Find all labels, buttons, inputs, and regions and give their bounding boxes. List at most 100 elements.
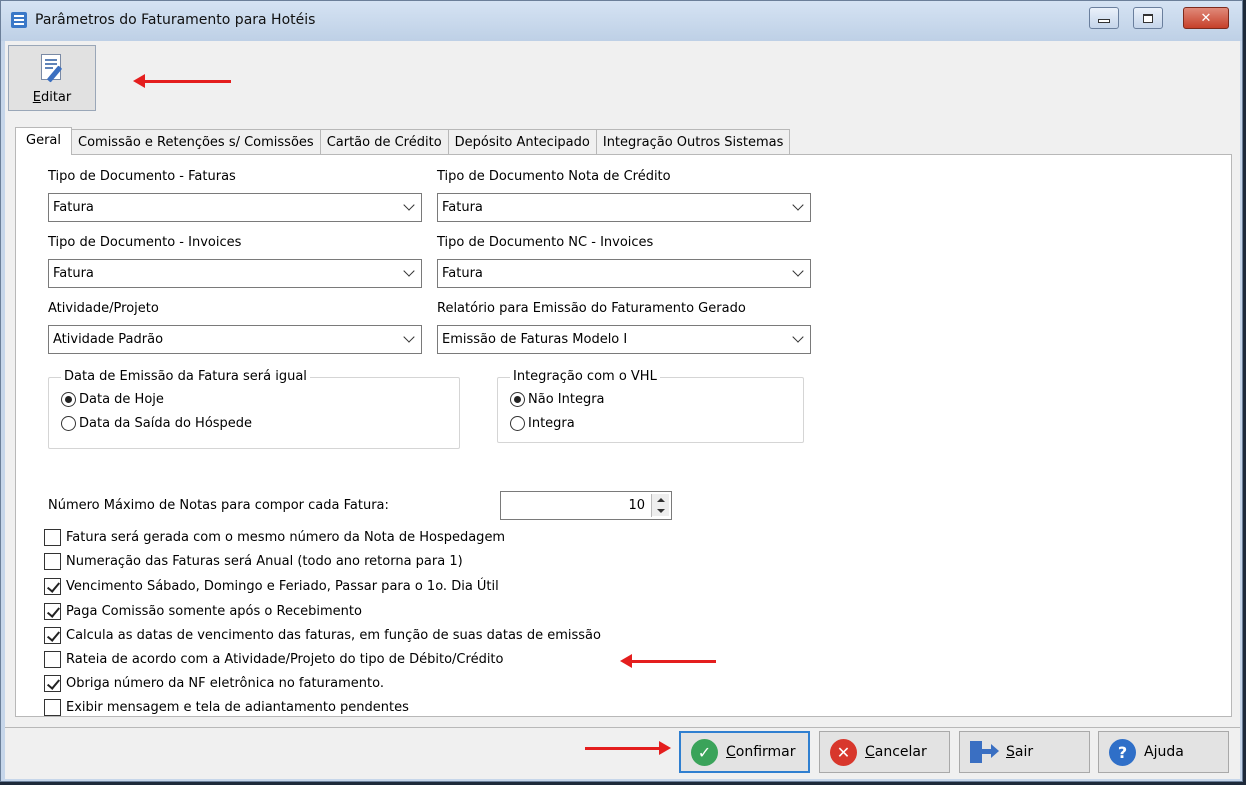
radio-label: Data de Hoje <box>79 392 164 407</box>
doc-faturas-value: Fatura <box>53 200 94 215</box>
checkbox-unchecked-icon <box>44 699 61 716</box>
doc-invoices-label: Tipo de Documento - Invoices <box>48 235 242 250</box>
tab-cartao-credito[interactable]: Cartão de Crédito <box>319 129 449 155</box>
checkbox-unchecked-icon <box>44 553 61 570</box>
checkbox-obriga-nf[interactable]: Obriga número da NF eletrônica no fatura… <box>44 675 384 692</box>
cancel-icon: ✕ <box>830 738 857 766</box>
doc-faturas-select[interactable]: Fatura <box>48 193 422 222</box>
radio-nao-integra[interactable]: Não Integra <box>510 392 605 407</box>
relatorio-value: Emissão de Faturas Modelo I <box>442 332 628 347</box>
exit-button-label: Sair <box>1006 744 1034 760</box>
footer-divider <box>5 727 1240 728</box>
edit-document-icon <box>41 54 63 83</box>
checkbox-label: Exibir mensagem e tela de adiantamento p… <box>66 700 409 715</box>
help-button[interactable]: ? Ajuda <box>1098 731 1229 773</box>
checkbox-vencimento-util[interactable]: Vencimento Sábado, Domingo e Feriado, Pa… <box>44 578 499 595</box>
window-title: Parâmetros do Faturamento para Hotéis <box>35 12 316 28</box>
radio-data-saida[interactable]: Data da Saída do Hóspede <box>61 416 252 431</box>
doc-nc-invoices-value: Fatura <box>442 266 483 281</box>
checkbox-checked-icon <box>44 627 61 644</box>
confirm-button[interactable]: ✓ Confirmar <box>679 731 810 773</box>
checkbox-label: Fatura será gerada com o mesmo número da… <box>66 530 506 545</box>
close-icon: ✕ <box>1200 10 1212 26</box>
tab-comissao[interactable]: Comissão e Retenções s/ Comissões <box>71 129 321 155</box>
checkbox-paga-comissao[interactable]: Paga Comissão somente após o Recebimento <box>44 603 362 620</box>
checkbox-rateia[interactable]: Rateia de acordo com a Atividade/Projeto… <box>44 651 503 668</box>
chevron-down-icon <box>403 265 415 277</box>
cancel-button[interactable]: ✕ Cancelar <box>819 731 950 773</box>
radio-label: Integra <box>528 416 575 431</box>
close-button[interactable]: ✕ <box>1183 7 1229 29</box>
maximize-button[interactable] <box>1133 7 1163 29</box>
radio-label: Não Integra <box>528 392 605 407</box>
radio-data-hoje[interactable]: Data de Hoje <box>61 392 164 407</box>
vhl-group: Integração com o VHL Não Integra Integra <box>497 369 804 443</box>
data-emissao-title: Data de Emissão da Fatura será igual <box>61 369 310 384</box>
checkbox-numeracao-anual[interactable]: Numeração das Faturas será Anual (todo a… <box>44 553 463 570</box>
radio-selected-icon <box>510 392 525 407</box>
edit-button[interactable]: Editar <box>8 45 96 111</box>
doc-nota-credito-label: Tipo de Documento Nota de Crédito <box>437 169 671 184</box>
stepper-down-icon[interactable] <box>652 505 669 516</box>
checkbox-label: Paga Comissão somente após o Recebimento <box>66 604 362 619</box>
checkbox-adiantamento[interactable]: Exibir mensagem e tela de adiantamento p… <box>44 699 409 716</box>
chevron-down-icon <box>792 331 804 343</box>
doc-invoices-value: Fatura <box>53 266 94 281</box>
annotation-arrow <box>133 74 231 88</box>
tab-bar: Geral Comissão e Retenções s/ Comissões … <box>15 127 791 155</box>
relatorio-label: Relatório para Emissão do Faturamento Ge… <box>437 301 746 316</box>
atividade-select[interactable]: Atividade Padrão <box>48 325 422 354</box>
exit-door-icon <box>970 739 999 765</box>
chevron-down-icon <box>403 199 415 211</box>
checkbox-label: Obriga número da NF eletrônica no fatura… <box>66 676 384 691</box>
radio-unselected-icon <box>61 416 76 431</box>
help-button-label: Ajuda <box>1144 744 1184 760</box>
radio-integra[interactable]: Integra <box>510 416 575 431</box>
doc-nota-credito-value: Fatura <box>442 200 483 215</box>
minimize-icon <box>1098 19 1110 23</box>
tab-deposito-antecipado[interactable]: Depósito Antecipado <box>447 129 597 155</box>
max-notas-stepper[interactable]: 10 <box>500 491 672 520</box>
checkbox-calcula-datas[interactable]: Calcula as datas de vencimento das fatur… <box>44 627 601 644</box>
checkbox-checked-icon <box>44 578 61 595</box>
chevron-down-icon <box>792 265 804 277</box>
edit-button-label: Editar <box>32 90 72 105</box>
tab-panel-geral: Tipo de Documento - Faturas Fatura Tipo … <box>15 154 1232 717</box>
checkbox-label: Numeração das Faturas será Anual (todo a… <box>66 554 463 569</box>
checkbox-checked-icon <box>44 603 61 620</box>
relatorio-select[interactable]: Emissão de Faturas Modelo I <box>437 325 811 354</box>
checkbox-mesmo-numero[interactable]: Fatura será gerada com o mesmo número da… <box>44 529 505 546</box>
atividade-label: Atividade/Projeto <box>48 301 159 316</box>
stepper-up-icon[interactable] <box>652 494 669 505</box>
client-area: Editar Geral Comissão e Retenções s/ Com… <box>5 41 1240 779</box>
tab-integracao[interactable]: Integração Outros Sistemas <box>595 129 791 155</box>
checkbox-checked-icon <box>44 675 61 692</box>
max-notas-value: 10 <box>628 498 645 513</box>
help-icon: ? <box>1109 738 1136 766</box>
chevron-down-icon <box>403 331 415 343</box>
atividade-value: Atividade Padrão <box>53 332 164 347</box>
exit-button[interactable]: Sair <box>959 731 1090 773</box>
title-bar: Parâmetros do Faturamento para Hotéis ✕ <box>1 1 1242 41</box>
checkbox-unchecked-icon <box>44 529 61 546</box>
checkbox-label: Calcula as datas de vencimento das fatur… <box>66 628 601 643</box>
toolbar: Editar <box>5 41 1240 115</box>
doc-invoices-select[interactable]: Fatura <box>48 259 422 288</box>
minimize-button[interactable] <box>1089 7 1119 29</box>
checkbox-label: Vencimento Sábado, Domingo e Feriado, Pa… <box>66 579 499 594</box>
doc-nc-invoices-select[interactable]: Fatura <box>437 259 811 288</box>
doc-nc-invoices-label: Tipo de Documento NC - Invoices <box>437 235 654 250</box>
confirm-button-label: Confirmar <box>726 744 796 760</box>
doc-faturas-label: Tipo de Documento - Faturas <box>48 169 236 184</box>
maximize-icon <box>1143 13 1153 23</box>
radio-unselected-icon <box>510 416 525 431</box>
main-window: Parâmetros do Faturamento para Hotéis ✕ … <box>0 0 1243 782</box>
app-icon <box>11 12 27 28</box>
cancel-button-label: Cancelar <box>865 744 927 760</box>
doc-nota-credito-select[interactable]: Fatura <box>437 193 811 222</box>
tab-geral[interactable]: Geral <box>15 127 72 155</box>
chevron-down-icon <box>792 199 804 211</box>
radio-selected-icon <box>61 392 76 407</box>
checkbox-label: Rateia de acordo com a Atividade/Projeto… <box>66 652 504 667</box>
annotation-arrow <box>585 741 671 755</box>
